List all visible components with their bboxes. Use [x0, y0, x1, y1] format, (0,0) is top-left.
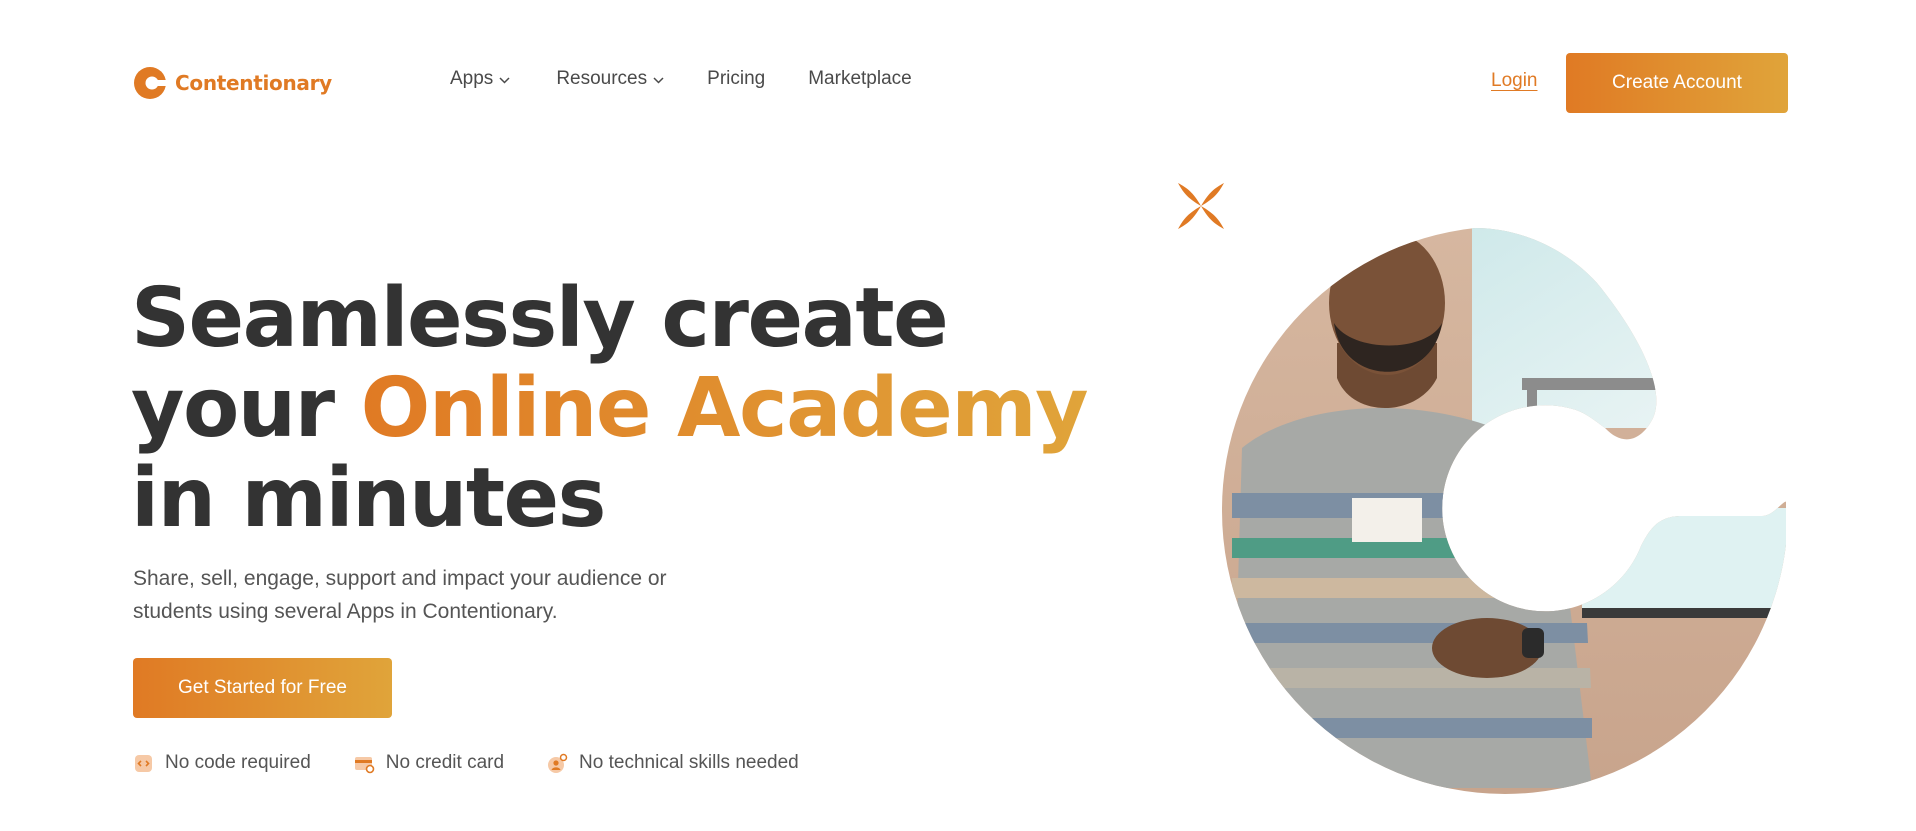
presenter-photo: [1222, 228, 1786, 794]
nav-item-marketplace[interactable]: Marketplace: [808, 68, 912, 90]
headline-highlight: Online Academy: [360, 361, 1089, 456]
feature-list: No code required No credit card No techn…: [133, 752, 799, 774]
brand-name: Contentionary: [175, 71, 332, 95]
sparkle-icon: [1178, 183, 1224, 229]
feature-label: No code required: [165, 752, 311, 773]
nav-item-resources[interactable]: Resources: [556, 68, 664, 90]
chevron-down-icon: [499, 76, 510, 84]
feature-label: No technical skills needed: [579, 752, 799, 773]
headline-line-2-prefix: your: [131, 361, 361, 456]
nav-item-label: Resources: [556, 68, 648, 89]
credit-card-icon: [354, 756, 375, 773]
get-started-button[interactable]: Get Started for Free: [133, 658, 392, 718]
contentionary-logo-icon: [134, 67, 167, 99]
hero-subtext: Share, sell, engage, support and impact …: [133, 567, 667, 623]
nav-item-label: Pricing: [707, 68, 766, 89]
feature-item-no-technical-skills: No technical skills needed: [547, 752, 799, 774]
headline-line-1: Seamlessly create: [131, 271, 949, 366]
code-icon: [135, 754, 152, 772]
main-nav: Apps Resources Pricing Marketplace: [450, 68, 912, 90]
headline-line-3: in minutes: [131, 451, 606, 546]
nav-item-pricing[interactable]: Pricing: [707, 68, 765, 90]
create-account-button[interactable]: Create Account: [1566, 53, 1788, 113]
nav-item-label: Apps: [450, 68, 494, 89]
chevron-down-icon: [653, 76, 664, 84]
feature-item-no-code: No code required: [133, 752, 311, 774]
user-settings-icon: [548, 753, 568, 773]
hero-headline: Seamlessly create your Online Academy in m…: [131, 271, 1089, 546]
nav-item-label: Marketplace: [808, 68, 912, 89]
feature-label: No credit card: [385, 752, 505, 773]
logo-link[interactable]: Contentionary: [133, 66, 332, 100]
nav-item-apps[interactable]: Apps: [450, 68, 510, 90]
feature-item-no-credit-card: No credit card: [354, 752, 504, 774]
login-link[interactable]: Login: [1491, 70, 1538, 92]
